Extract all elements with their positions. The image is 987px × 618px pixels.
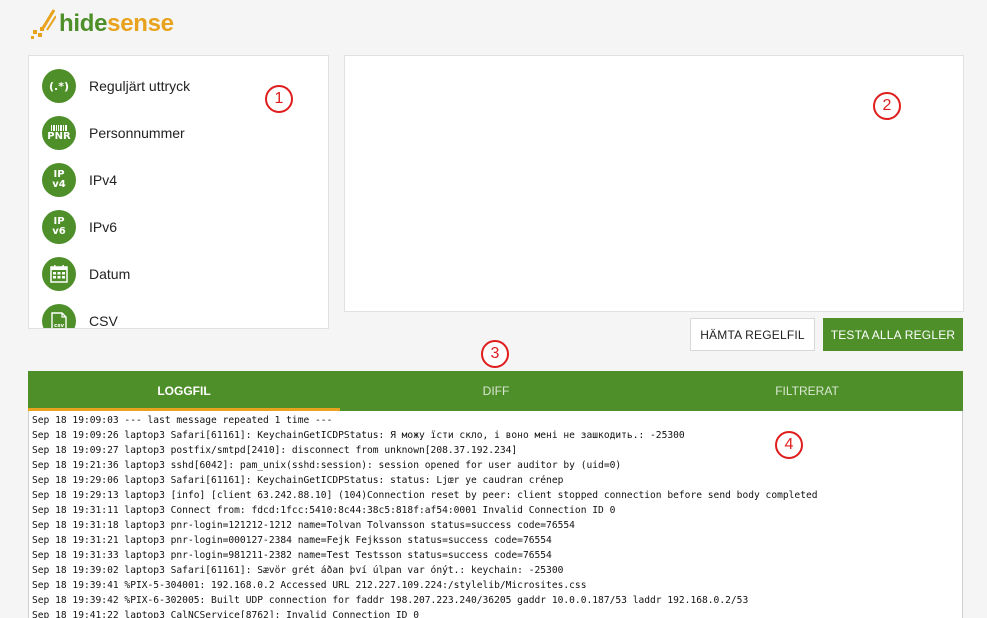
regex-icon: (.*) <box>42 69 76 103</box>
pnr-icon-glyph: PNR <box>47 130 71 142</box>
annotation-marker-1: 1 <box>265 85 293 113</box>
rule-editor-panel[interactable] <box>344 55 964 312</box>
tab-label: LOGGFIL <box>157 384 211 398</box>
log-line: Sep 18 19:39:41 %PIX-5-304001: 192.168.0… <box>32 580 587 591</box>
test-all-rules-button[interactable]: TESTA ALLA REGLER <box>823 318 963 351</box>
csv-icon-glyph: csv <box>54 323 65 329</box>
log-line: Sep 18 19:41:22 laptop3 CalNCService[876… <box>32 610 419 618</box>
csv-file-glyph: csv <box>51 311 67 329</box>
broom-logo-icon <box>31 9 56 39</box>
ipv4-icon-bottom: v4 <box>52 179 66 190</box>
sidebar-item-label: CSV <box>89 313 118 329</box>
sidebar-item-label: Reguljärt uttryck <box>89 78 191 94</box>
calendar-icon <box>42 257 76 291</box>
log-line: Sep 18 19:31:33 laptop3 pnr-login=981211… <box>32 550 552 561</box>
csv-icon: csv <box>42 304 76 329</box>
regex-icon-glyph: (.*) <box>49 79 69 93</box>
annotation-marker-2: 2 <box>873 92 901 120</box>
annotation-marker-4: 4 <box>775 431 803 459</box>
sidebar-item-csv[interactable]: csv CSV <box>42 304 118 329</box>
log-line: Sep 18 19:09:03 --- last message repeate… <box>32 415 333 426</box>
sidebar-item-label: IPv4 <box>89 172 118 188</box>
tab-label: DIFF <box>482 384 510 398</box>
sidebar-item-personnummer[interactable]: PNR Personnummer <box>42 116 185 150</box>
log-line: Sep 18 19:31:18 laptop3 pnr-login=121212… <box>32 520 575 531</box>
annotation-marker-3: 3 <box>481 340 509 368</box>
tab-diff[interactable]: DIFF <box>340 371 652 411</box>
log-line: Sep 18 19:21:36 laptop3 sshd[6042]: pam_… <box>32 460 622 471</box>
brand-name-part2: sense <box>107 10 174 37</box>
sidebar-item-label: IPv6 <box>89 219 118 235</box>
log-line: Sep 18 19:39:02 laptop3 Safari[61161]: S… <box>32 565 564 576</box>
sidebar-item-label: Personnummer <box>89 125 185 141</box>
view-tabs: LOGGFIL DIFF FILTRERAT <box>28 371 963 411</box>
fetch-rule-file-button[interactable]: HÄMTA REGELFIL <box>690 318 815 351</box>
hidesense-logo: hidesense <box>30 6 174 42</box>
sidebar-item-ipv6[interactable]: IP v6 IPv6 <box>42 210 117 244</box>
sidebar-item-ipv4[interactable]: IP v4 IPv4 <box>42 163 117 197</box>
log-line: Sep 18 19:31:21 laptop3 pnr-login=000127… <box>32 535 552 546</box>
brand-name: hidesense <box>59 10 174 38</box>
log-line: Sep 18 19:31:11 laptop3 Connect from: fd… <box>32 505 616 516</box>
ipv4-icon: IP v4 <box>42 163 76 197</box>
sidebar-item-regex[interactable]: (.*) Reguljärt uttryck <box>42 69 190 103</box>
brand-name-part1: hide <box>59 10 108 37</box>
log-line: Sep 18 19:09:27 laptop3 postfix/smtpd[24… <box>32 445 518 456</box>
ipv6-icon: IP v6 <box>42 210 76 244</box>
log-line: Sep 18 19:39:42 %PIX-6-302005: Built UDP… <box>32 595 749 606</box>
ipv6-icon-bottom: v6 <box>52 226 66 237</box>
sidebar-item-label: Datum <box>89 266 131 282</box>
log-viewer[interactable]: Sep 18 19:09:03 --- last message repeate… <box>28 411 963 618</box>
log-line: Sep 18 19:29:13 laptop3 [info] [client 6… <box>32 490 818 501</box>
tab-loggfil[interactable]: LOGGFIL <box>28 371 340 411</box>
log-line: Sep 18 19:09:26 laptop3 Safari[61161]: K… <box>32 430 685 441</box>
log-line: Sep 18 19:29:06 laptop3 Safari[61161]: K… <box>32 475 564 486</box>
sidebar-item-datum[interactable]: Datum <box>42 257 130 291</box>
tab-label: FILTRERAT <box>775 384 839 398</box>
tab-filtrerat[interactable]: FILTRERAT <box>651 371 963 411</box>
calendar-glyph <box>50 265 68 283</box>
pnr-icon: PNR <box>42 116 76 150</box>
